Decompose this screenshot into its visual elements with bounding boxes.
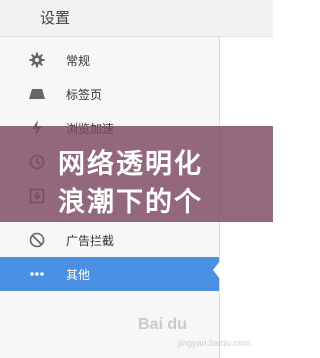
title-overlay-banner: 网络透明化 浪潮下的个 — [0, 126, 273, 222]
watermark-brand: Bai du — [138, 316, 187, 333]
block-icon — [28, 231, 46, 249]
sidebar-item-label: 常规 — [66, 54, 91, 68]
sidebar-item-general[interactable]: 常规 — [0, 43, 219, 77]
sidebar-item-label: 广告拦截 — [66, 234, 115, 248]
sidebar-item-label: 其他 — [66, 268, 91, 282]
watermark-url: jingyan.baidu.com — [178, 338, 251, 348]
settings-header: 设置 — [0, 0, 273, 37]
sidebar-item-adblock[interactable]: 广告拦截 — [0, 223, 219, 257]
overlay-line-1: 网络透明化 — [58, 149, 203, 180]
gear-icon — [28, 51, 46, 69]
active-item-pointer — [213, 261, 220, 279]
tab-icon — [28, 85, 46, 103]
more-icon — [28, 265, 46, 283]
overlay-line-2: 浪潮下的个 — [58, 187, 203, 218]
sidebar-item-tabs[interactable]: 标签页 — [0, 77, 219, 111]
page-title: 设置 — [40, 9, 71, 27]
baidu-watermark: Bai du — [138, 316, 187, 334]
sidebar-item-label: 标签页 — [66, 88, 103, 102]
sidebar-item-other[interactable]: 其他 — [0, 257, 219, 291]
